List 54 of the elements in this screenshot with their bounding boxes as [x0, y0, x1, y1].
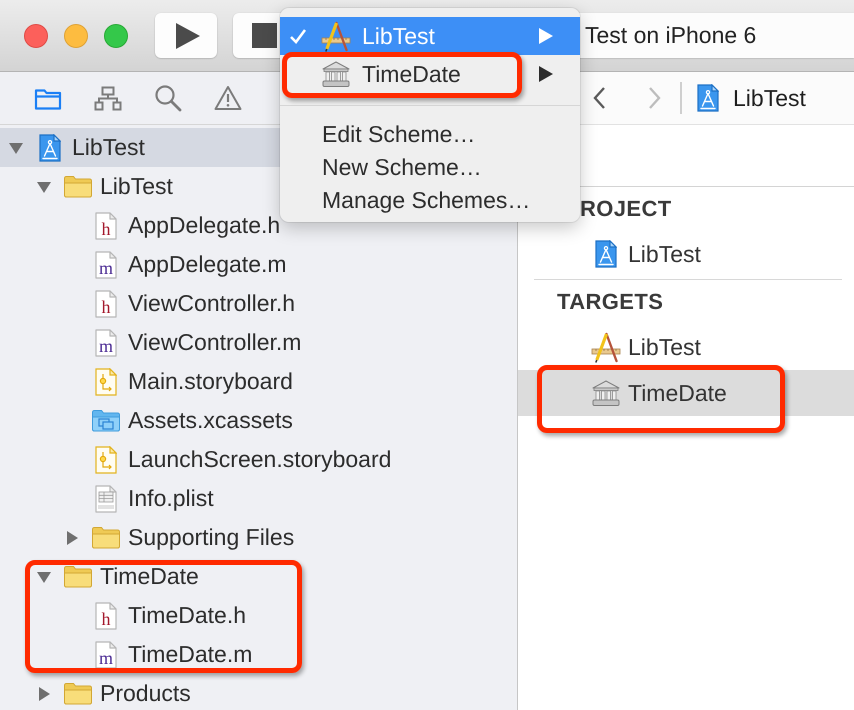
zoom-button[interactable] [104, 24, 128, 48]
tree-item[interactable]: h ViewController.h [0, 284, 517, 323]
tree-item[interactable]: m AppDelegate.m [0, 245, 517, 284]
tree-item[interactable]: m TimeDate.m [0, 635, 517, 674]
chevron-left-icon [592, 86, 606, 110]
header-file-icon: h [95, 290, 117, 318]
tree-item[interactable]: Main.storyboard [0, 362, 517, 401]
tree-item[interactable]: m ViewController.m [0, 323, 517, 362]
tree-item[interactable]: Supporting Files [0, 518, 517, 557]
tree-item[interactable]: LaunchScreen.storyboard [0, 440, 517, 479]
tree-item[interactable]: Assets.xcassets [0, 401, 517, 440]
target-item[interactable]: TimeDate [518, 370, 854, 416]
close-button[interactable] [24, 24, 48, 48]
building-icon [591, 379, 621, 407]
menu-item[interactable]: Manage Schemes… [280, 184, 580, 217]
project-document-icon [595, 240, 617, 268]
folder-icon [91, 525, 121, 550]
run-button[interactable] [155, 13, 217, 58]
chevron-right-icon [648, 86, 662, 110]
warning-icon [214, 85, 242, 111]
storyboard-file-icon [95, 368, 117, 396]
source-file-icon: m [95, 640, 117, 668]
tree-item[interactable]: Products [0, 674, 517, 710]
tree-item[interactable]: TimeDate [0, 557, 517, 596]
project-document-icon [697, 84, 719, 112]
section-heading: TARGETS [556, 288, 664, 316]
project-document-icon [39, 134, 61, 162]
building-icon [321, 60, 351, 88]
source-file-icon: m [95, 250, 117, 278]
folder-icon [63, 564, 93, 589]
pencil-ruler-icon [321, 20, 351, 52]
asset-folder-icon [91, 408, 121, 433]
jump-bar-crumb[interactable]: LibTest [697, 84, 806, 112]
play-icon [176, 22, 200, 48]
tree-item[interactable]: h TimeDate.h [0, 596, 517, 635]
tree-item[interactable]: Info.plist [0, 479, 517, 518]
submenu-arrow-icon [538, 65, 554, 83]
header-file-icon: h [95, 212, 117, 240]
source-file-icon: m [95, 328, 117, 356]
header-file-icon: h [95, 602, 117, 630]
search-icon [154, 84, 182, 112]
pencil-ruler-icon [591, 332, 621, 362]
folder-icon [63, 174, 93, 199]
hierarchy-icon [94, 86, 122, 110]
plist-file-icon [95, 484, 117, 512]
stop-icon [252, 23, 276, 48]
target-item[interactable]: LibTest [518, 324, 854, 370]
disclosure-triangle-icon[interactable] [36, 686, 52, 702]
folder-icon [63, 681, 93, 706]
target-item[interactable]: LibTest [518, 231, 854, 277]
disclosure-triangle-icon[interactable] [64, 530, 80, 546]
submenu-arrow-icon [538, 27, 554, 45]
scheme-menu-item[interactable]: TimeDate [280, 55, 580, 93]
storyboard-file-icon [95, 446, 117, 474]
